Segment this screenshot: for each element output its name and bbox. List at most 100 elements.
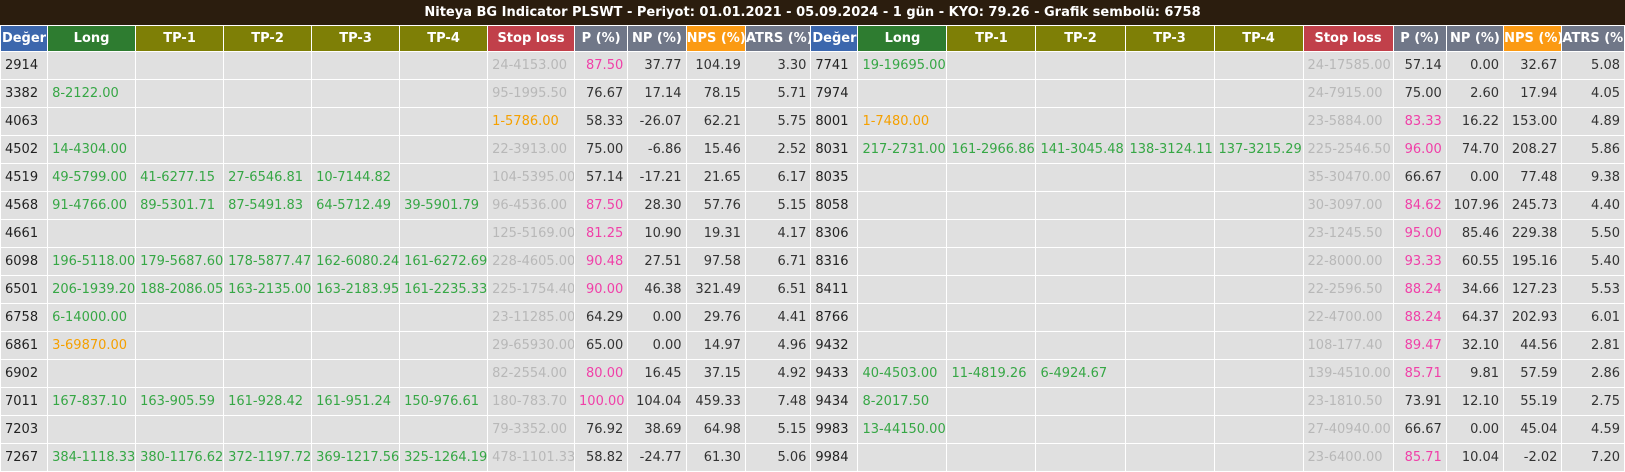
table-body: 2914 24-4153.00 87.50 37.77 104.19 3.30 7741 19… <box>0 51 1625 472</box>
header-tp3[interactable]: TP-3 <box>1124 25 1215 52</box>
cell-p: 76.67 <box>574 79 629 108</box>
header-tp4[interactable]: TP-4 <box>399 25 489 52</box>
cell-tp1 <box>135 107 225 136</box>
header-nps[interactable]: NPS (%) <box>1503 25 1563 52</box>
cell-atrs: 4.96 <box>744 331 812 360</box>
cell-tp3 <box>1124 107 1215 136</box>
cell-nps: 17.94 <box>1503 79 1563 108</box>
header-tp4[interactable]: TP-4 <box>1213 25 1304 52</box>
cell-long: 91-4766.00 <box>47 191 137 220</box>
header-stop-loss[interactable]: Stop loss <box>1302 25 1394 52</box>
cell-stop-loss: 23-5884.00 <box>1302 107 1394 136</box>
cell-p: 89.47 <box>1392 331 1447 360</box>
cell-deger: 6758 <box>0 303 49 332</box>
cell-tp2 <box>1035 191 1126 220</box>
cell-tp1: 11-4819.26 <box>946 359 1037 388</box>
cell-p: 80.00 <box>574 359 629 388</box>
cell-tp3: 10-7144.82 <box>311 163 401 192</box>
cell-deger: 9434 <box>810 387 859 416</box>
cell-tp1 <box>135 135 225 164</box>
cell-np: 16.22 <box>1445 107 1505 136</box>
cell-long: 19-19695.00 <box>857 51 948 80</box>
cell-long: 1-7480.00 <box>857 107 948 136</box>
cell-tp3 <box>1124 387 1215 416</box>
cell-tp1 <box>946 107 1037 136</box>
cell-nps: 104.19 <box>685 51 746 80</box>
cell-atrs: 4.89 <box>1561 107 1625 136</box>
cell-tp3 <box>1124 219 1215 248</box>
cell-atrs: 5.15 <box>744 415 812 444</box>
cell-atrs: 5.15 <box>744 191 812 220</box>
header-deger[interactable]: Değer <box>0 25 49 52</box>
cell-stop-loss: 180-783.70 <box>487 387 576 416</box>
cell-long: 49-5799.00 <box>47 163 137 192</box>
cell-p: 96.00 <box>1392 135 1447 164</box>
header-tp1[interactable]: TP-1 <box>946 25 1037 52</box>
cell-stop-loss: 27-40940.00 <box>1302 415 1394 444</box>
cell-long <box>857 219 948 248</box>
cell-tp2 <box>223 51 313 80</box>
header-atrs[interactable]: ATRS (%) <box>744 25 812 52</box>
cell-np: 0.00 <box>627 331 687 360</box>
cell-stop-loss: 125-5169.00 <box>487 219 576 248</box>
header-tp3[interactable]: TP-3 <box>311 25 401 52</box>
cell-atrs: 3.30 <box>744 51 812 80</box>
cell-tp4 <box>1213 303 1304 332</box>
cell-p: 58.33 <box>574 107 629 136</box>
cell-tp2 <box>1035 303 1126 332</box>
cell-np: 9.81 <box>1445 359 1505 388</box>
header-nps[interactable]: NPS (%) <box>685 25 746 52</box>
cell-tp3 <box>311 107 401 136</box>
table-row: 7011 167-837.10 163-905.59 161-928.42 161-95… <box>0 387 1625 416</box>
cell-long: 8-2122.00 <box>47 79 137 108</box>
cell-deger: 4661 <box>0 219 49 248</box>
header-tp1[interactable]: TP-1 <box>135 25 225 52</box>
cell-nps: 97.58 <box>685 247 746 276</box>
cell-stop-loss: 79-3352.00 <box>487 415 576 444</box>
header-stop-loss[interactable]: Stop loss <box>487 25 576 52</box>
cell-np: 104.04 <box>627 387 687 416</box>
table-row: 6902 82-2554.00 80.00 16.45 37.15 4.92 9433 40-… <box>0 359 1625 388</box>
header-long[interactable]: Long <box>857 25 948 52</box>
cell-tp4 <box>1213 331 1304 360</box>
cell-tp1 <box>135 303 225 332</box>
cell-tp2 <box>1035 275 1126 304</box>
cell-stop-loss: 23-1810.50 <box>1302 387 1394 416</box>
table-row: 4661 125-5169.00 81.25 10.90 19.31 4.17 8306 23… <box>0 219 1625 248</box>
cell-nps: 37.15 <box>685 359 746 388</box>
cell-np: 27.51 <box>627 247 687 276</box>
header-tp2[interactable]: TP-2 <box>223 25 313 52</box>
header-np[interactable]: NP (%) <box>627 25 687 52</box>
cell-tp4 <box>399 303 489 332</box>
cell-stop-loss: 1-5786.00 <box>487 107 576 136</box>
cell-atrs: 2.86 <box>1561 359 1625 388</box>
cell-tp4 <box>1213 387 1304 416</box>
header-tp2[interactable]: TP-2 <box>1035 25 1126 52</box>
cell-atrs: 9.38 <box>1561 163 1625 192</box>
header-p[interactable]: P (%) <box>574 25 629 52</box>
cell-tp1 <box>135 51 225 80</box>
header-deger[interactable]: Değer <box>810 25 859 52</box>
cell-p: 100.00 <box>574 387 629 416</box>
cell-tp3 <box>311 219 401 248</box>
cell-p: 85.71 <box>1392 359 1447 388</box>
cell-long: 217-2731.00 <box>857 135 948 164</box>
header-np[interactable]: NP (%) <box>1445 25 1505 52</box>
cell-stop-loss: 23-1245.50 <box>1302 219 1394 248</box>
cell-long <box>857 247 948 276</box>
cell-long: 3-69870.00 <box>47 331 137 360</box>
cell-tp4 <box>399 359 489 388</box>
header-atrs[interactable]: ATRS (%) <box>1561 25 1625 52</box>
header-long[interactable]: Long <box>47 25 137 52</box>
cell-np: -17.21 <box>627 163 687 192</box>
cell-tp2 <box>1035 415 1126 444</box>
cell-tp2 <box>223 135 313 164</box>
header-p[interactable]: P (%) <box>1392 25 1447 52</box>
cell-deger: 8411 <box>810 275 859 304</box>
cell-nps: 57.76 <box>685 191 746 220</box>
cell-np: 16.45 <box>627 359 687 388</box>
cell-nps: 32.67 <box>1503 51 1563 80</box>
cell-deger: 6902 <box>0 359 49 388</box>
cell-tp3 <box>311 79 401 108</box>
cell-tp2 <box>1035 51 1126 80</box>
